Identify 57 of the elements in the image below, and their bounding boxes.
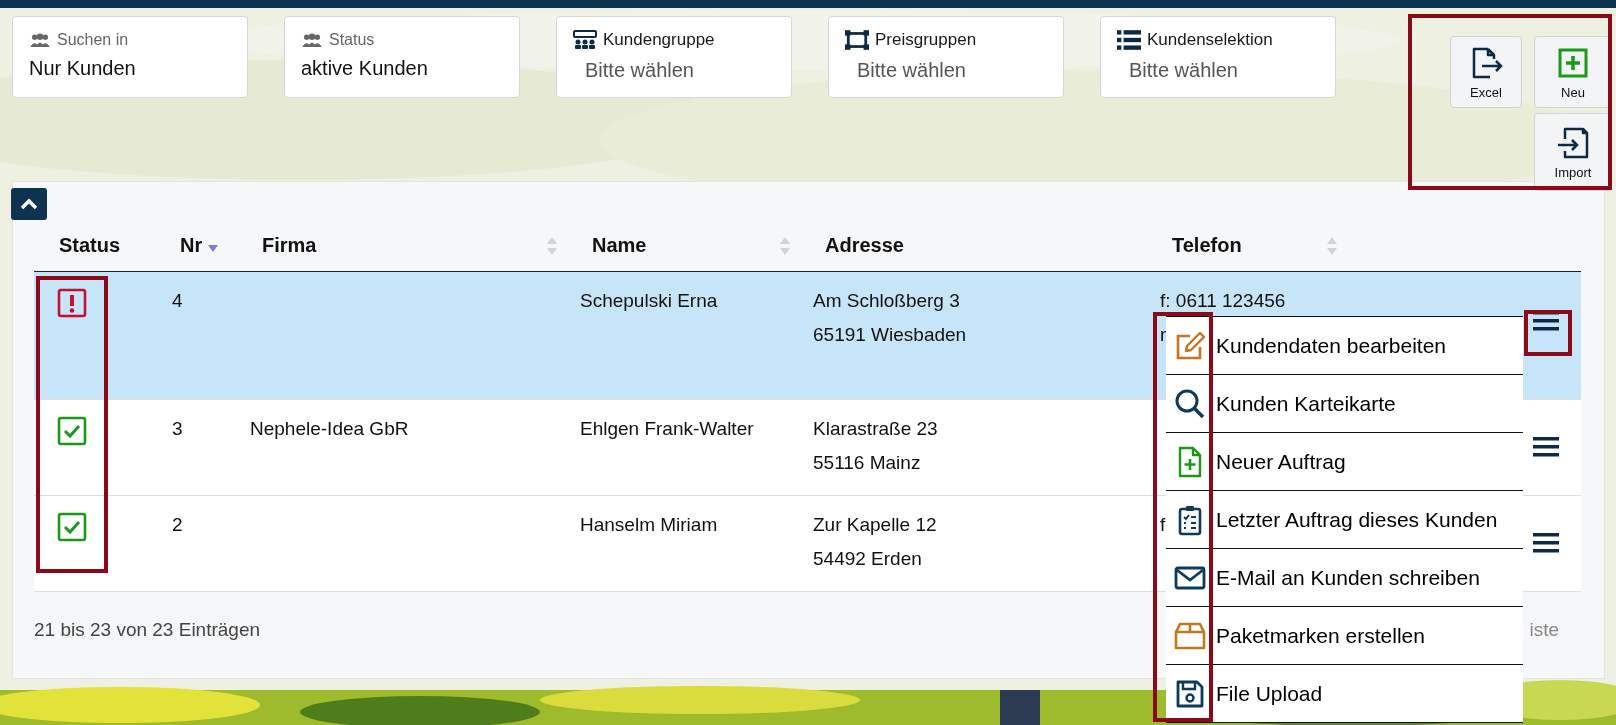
table-cell: 4 bbox=[172, 290, 183, 311]
edit-icon bbox=[1174, 329, 1206, 362]
column-header[interactable]: Status bbox=[34, 234, 160, 257]
filter-select[interactable]: Suchen in Nur Kunden bbox=[12, 16, 248, 98]
column-header[interactable]: Telefon bbox=[1155, 234, 1355, 257]
highlight-frame bbox=[1524, 310, 1572, 356]
filter-select[interactable]: Kundenselektion Bitte wählen bbox=[1100, 16, 1336, 98]
menu-item[interactable]: Kunden Karteikarte bbox=[1214, 375, 1523, 433]
menu-item[interactable]: Neuer Auftrag bbox=[1214, 433, 1523, 491]
entries-info: 21 bis 23 von 23 Einträgen bbox=[34, 619, 261, 641]
column-header[interactable]: Adresse bbox=[808, 234, 1155, 257]
phone-line: f: 0611 123456 bbox=[1160, 290, 1286, 312]
menu-item[interactable]: E-Mail an Kunden schreiben bbox=[1214, 549, 1523, 607]
filter-label: Kundenselektion bbox=[1147, 30, 1273, 50]
table-cell: Ehlgen Frank-Walter bbox=[580, 418, 754, 439]
filter-label: Status bbox=[329, 31, 375, 49]
sort-icon bbox=[1327, 236, 1337, 255]
phone-line: r bbox=[1160, 324, 1167, 346]
filter-label: Suchen in bbox=[57, 31, 129, 49]
chevron-up-icon bbox=[19, 197, 39, 211]
action-button[interactable]: Excel bbox=[1450, 36, 1522, 108]
menu-item[interactable]: Paketmarken erstellen bbox=[1214, 607, 1523, 665]
filter-select[interactable]: Status aktive Kunden bbox=[284, 16, 520, 98]
filter-label: Preisgruppen bbox=[875, 30, 977, 50]
filter-select[interactable]: Preisgruppen Bitte wählen bbox=[828, 16, 1064, 98]
address-line: Am Schloßberg 3 bbox=[813, 290, 960, 312]
group-icon bbox=[573, 30, 597, 50]
menu-item[interactable]: Kundendaten bearbeiten bbox=[1214, 317, 1523, 375]
column-header[interactable]: Name bbox=[575, 234, 808, 257]
table-cell: 2 bbox=[172, 514, 183, 535]
search-icon bbox=[1174, 387, 1206, 420]
filter-label: Kundengruppe bbox=[603, 30, 715, 50]
address-line: 55116 Mainz bbox=[813, 452, 921, 474]
table-cell: Schepulski Erna bbox=[580, 290, 718, 311]
address-line: Zur Kapelle 12 bbox=[813, 514, 937, 536]
frame-icon bbox=[845, 30, 869, 50]
table-cell: 3 bbox=[172, 418, 183, 439]
sort-icon bbox=[780, 236, 790, 255]
address-line: 54492 Erden bbox=[813, 548, 922, 570]
menu-icon bbox=[1533, 436, 1559, 458]
list-icon bbox=[1117, 30, 1141, 50]
menu-icon bbox=[1533, 532, 1559, 554]
sort-icon bbox=[547, 236, 557, 255]
phone-line: f bbox=[1160, 514, 1166, 536]
users-icon bbox=[29, 32, 51, 48]
table-cell: Nephele-Idea GbR bbox=[250, 418, 409, 439]
table-cell: Hanselm Miriam bbox=[580, 514, 718, 535]
users-icon bbox=[301, 32, 323, 48]
column-header[interactable]: Firma bbox=[245, 234, 575, 257]
menu-item[interactable]: File Upload bbox=[1214, 665, 1523, 723]
filter-select[interactable]: Kundengruppe Bitte wählen bbox=[556, 16, 792, 98]
address-line: Klarastraße 23 bbox=[813, 418, 938, 440]
collapse-button[interactable] bbox=[11, 188, 47, 220]
column-header[interactable]: Nr bbox=[160, 234, 245, 257]
sort-desc-icon bbox=[208, 245, 219, 252]
menu-item[interactable]: Letzter Auftrag dieses Kunden bbox=[1214, 491, 1523, 549]
address-line: 65191 Wiesbaden bbox=[813, 324, 967, 346]
